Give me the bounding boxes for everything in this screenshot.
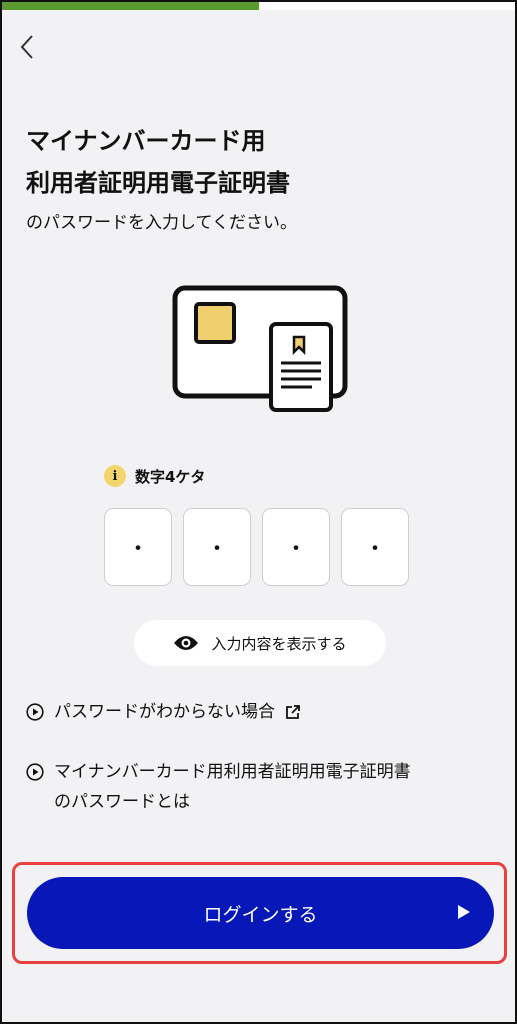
forgot-password-label: パスワードがわからない場合 <box>54 702 275 722</box>
pin-hint: i 数字4ケタ <box>104 465 205 487</box>
card-illustration <box>172 285 348 412</box>
password-about-link[interactable]: マイナンバーカード用利用者証明用電子証明書 のパスワードとは <box>26 757 411 817</box>
pin-digit-2[interactable]: ・ <box>183 508 251 586</box>
pin-hint-label: 数字4ケタ <box>135 467 206 486</box>
play-circle-icon <box>26 703 44 721</box>
progress-track <box>2 2 515 10</box>
show-input-label: 入力内容を表示する <box>211 634 347 653</box>
page-subtitle: のパスワードを入力してください。 <box>26 213 297 233</box>
pin-digit-4[interactable]: ・ <box>341 508 409 586</box>
page-title-line2: 利用者証明用電子証明書 <box>26 169 290 197</box>
password-about-label-line1: マイナンバーカード用利用者証明用電子証明書 <box>54 762 411 782</box>
login-label: ログインする <box>203 903 318 926</box>
login-button[interactable]: ログインする <box>27 877 494 949</box>
forgot-password-link[interactable]: パスワードがわからない場合 <box>26 697 301 727</box>
info-icon: i <box>104 465 126 487</box>
app-screen: マイナンバーカード用 利用者証明用電子証明書 のパスワードを入力してください。 … <box>0 0 517 1024</box>
progress-bar <box>2 2 259 10</box>
pin-input-group: ・ ・ ・ ・ <box>104 508 409 586</box>
back-button[interactable] <box>14 32 40 62</box>
chevron-left-icon <box>20 35 33 59</box>
page-title-line1: マイナンバーカード用 <box>26 127 266 155</box>
page-title: マイナンバーカード用 利用者証明用電子証明書 <box>26 120 290 204</box>
pin-digit-3[interactable]: ・ <box>262 508 330 586</box>
play-arrow-icon <box>458 905 470 919</box>
play-circle-icon <box>26 763 44 781</box>
pin-digit-1[interactable]: ・ <box>104 508 172 586</box>
eye-icon <box>174 636 199 650</box>
external-link-icon <box>286 705 300 719</box>
password-about-label-line2: のパスワードとは <box>54 792 190 812</box>
show-input-button[interactable]: 入力内容を表示する <box>134 620 386 666</box>
